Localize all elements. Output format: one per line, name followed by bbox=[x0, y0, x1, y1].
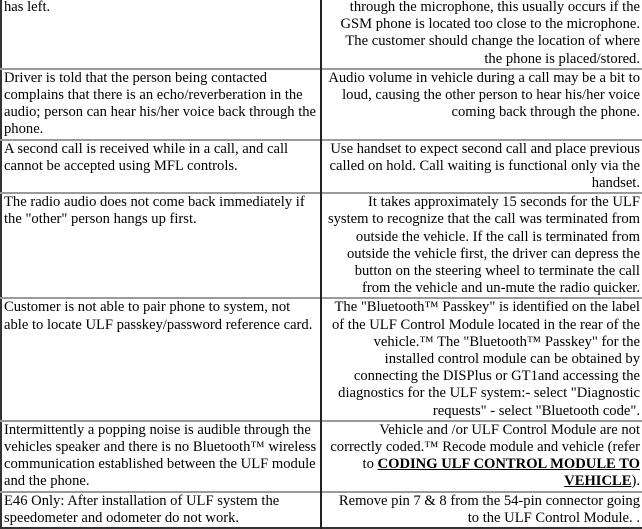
remedy-cell: through the microphone, this usually occ… bbox=[340, 0, 640, 67]
table-row: has left. through the microphone, this u… bbox=[1, 0, 642, 69]
troubleshooting-table: has left. through the microphone, this u… bbox=[0, 0, 642, 529]
table-row: Customer is not able to pair phone to sy… bbox=[1, 297, 642, 421]
coding-ulf-control-module-link[interactable]: CODING ULF CONTROL MODULE TO VEHICLE bbox=[378, 456, 640, 489]
symptom-cell: The radio audio does not come back immed… bbox=[1, 192, 322, 299]
table-row: Driver is told that the person being con… bbox=[1, 67, 642, 140]
remedy-cell: Vehicle and /or ULF Control Module are n… bbox=[321, 419, 642, 492]
symptom-cell: A second call is received while in a cal… bbox=[1, 138, 322, 194]
symptom-cell: Customer is not able to pair phone to sy… bbox=[1, 297, 322, 421]
symptom-cell: Driver is told that the person being con… bbox=[1, 67, 322, 140]
symptom-cell: has left. bbox=[1, 0, 322, 69]
remedy-cell: The "Bluetooth™ Passkey" is identified o… bbox=[321, 297, 642, 421]
table-row: E46 Only: After installation of ULF syst… bbox=[1, 490, 642, 529]
symptom-cell: E46 Only: After installation of ULF syst… bbox=[1, 490, 322, 529]
remedy-cell: It takes approximately 15 seconds for th… bbox=[321, 192, 642, 299]
remedy-text-suffix: ). bbox=[631, 473, 640, 490]
symptom-cell: Intermittently a popping noise is audibl… bbox=[1, 419, 322, 492]
remedy-cell: Remove pin 7 & 8 from the 54-pin connect… bbox=[321, 490, 642, 529]
table-row: Intermittently a popping noise is audibl… bbox=[1, 419, 642, 492]
table-row: A second call is received while in a cal… bbox=[1, 138, 642, 194]
table-row: The radio audio does not come back immed… bbox=[1, 192, 642, 299]
remedy-cell: Audio volume in vehicle during a call ma… bbox=[321, 67, 642, 140]
remedy-cell: Use handset to expect second call and pl… bbox=[321, 138, 642, 194]
